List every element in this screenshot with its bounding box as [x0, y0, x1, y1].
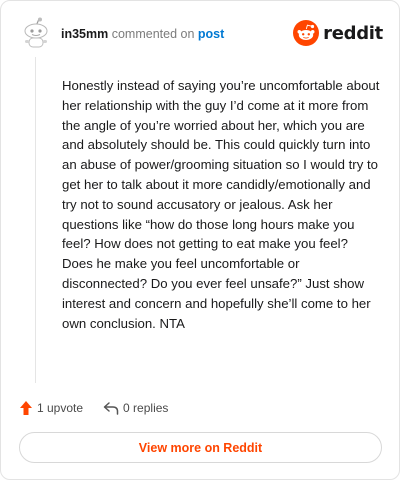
- reddit-logo[interactable]: reddit: [293, 19, 383, 47]
- replies-count: 0 replies: [123, 401, 169, 415]
- reddit-comment-embed: in35mm commented on post reddit Honestly…: [0, 0, 400, 480]
- replies-button[interactable]: 0 replies: [103, 401, 168, 415]
- username-link[interactable]: in35mm: [61, 27, 108, 41]
- upvote-count: 1 upvote: [37, 401, 84, 415]
- reddit-wordmark: reddit: [323, 22, 383, 44]
- post-link[interactable]: post: [198, 27, 224, 41]
- reddit-logo-icon: [293, 20, 320, 46]
- upvote-button[interactable]: 1 upvote: [19, 400, 83, 416]
- snoo-avatar-icon: [24, 17, 48, 48]
- comment-meta: in35mm commented on post: [61, 26, 224, 42]
- commented-on-text: commented on: [111, 27, 195, 41]
- avatar[interactable]: [21, 17, 51, 49]
- upvote-arrow-icon: [20, 401, 32, 415]
- view-more-button[interactable]: View more on Reddit: [19, 432, 382, 463]
- comment-body: Honestly instead of saying you’re uncomf…: [62, 78, 380, 331]
- comment-actions: 1 upvote 0 replies: [19, 399, 188, 417]
- reply-icon: [103, 402, 119, 415]
- comment-header: in35mm commented on post reddit: [21, 17, 383, 53]
- thread-line: [35, 57, 36, 383]
